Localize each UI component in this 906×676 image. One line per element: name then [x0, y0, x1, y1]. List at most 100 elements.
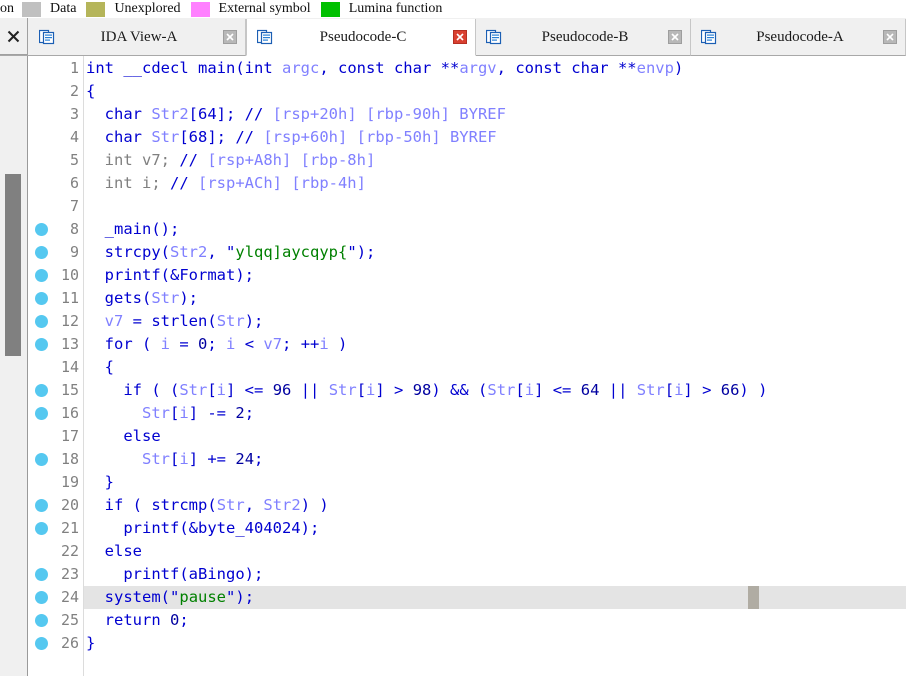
code-line[interactable]: system("pause");: [84, 586, 906, 609]
tab-label: Pseudocode-B: [541, 28, 629, 45]
code-token-fn: strcmp: [151, 496, 208, 514]
line-number: 25: [60, 611, 79, 629]
breakpoint-dot[interactable]: [35, 591, 48, 604]
code-token-k: (: [160, 243, 171, 261]
code-line[interactable]: int __cdecl main(int argc, const char **…: [84, 57, 906, 80]
code-token-k: else: [104, 542, 142, 560]
code-line[interactable]: gets(Str);: [84, 287, 906, 310]
breakpoint-dot[interactable]: [35, 269, 48, 282]
breakpoint-dot[interactable]: [35, 453, 48, 466]
code-text-area[interactable]: int __cdecl main(int argc, const char **…: [84, 56, 906, 676]
document-icon: [700, 29, 717, 45]
vertical-scrollbar-track[interactable]: [5, 56, 21, 676]
breakpoint-dot[interactable]: [35, 522, 48, 535]
code-token-var: Str: [216, 496, 245, 514]
breakpoint-dot[interactable]: [35, 292, 48, 305]
tab-close-button[interactable]: [453, 30, 467, 44]
code-token-pln: [86, 289, 105, 307]
code-line[interactable]: Str[i] -= 2;: [84, 402, 906, 425]
code-line[interactable]: strcpy(Str2, "ylqq]aycqyp{");: [84, 241, 906, 264]
line-number: 19: [60, 473, 79, 491]
tab-close-button[interactable]: [883, 30, 897, 44]
code-line[interactable]: int i; // [rsp+ACh] [rbp-4h]: [84, 172, 906, 195]
code-line[interactable]: int v7; // [rsp+A8h] [rbp-8h]: [84, 149, 906, 172]
breakpoint-dot[interactable]: [35, 223, 48, 236]
code-line-text: system("pause");: [84, 588, 254, 606]
code-token-typ: char: [104, 128, 152, 146]
breakpoint-dot[interactable]: [35, 338, 48, 351]
legend-label-data: Data: [50, 1, 77, 16]
code-line[interactable]: Str[i] += 24;: [84, 448, 906, 471]
code-token-k: ) && (: [431, 381, 488, 399]
tab-close-button[interactable]: [223, 30, 237, 44]
code-token-k: ;: [254, 450, 264, 468]
code-token-pln: [86, 105, 105, 123]
breakpoint-dot[interactable]: [35, 407, 48, 420]
code-token-k: if (: [104, 496, 152, 514]
line-number: 11: [60, 289, 79, 307]
code-token-k: =: [170, 335, 199, 353]
code-token-pln: [86, 381, 123, 399]
code-line[interactable]: _main();: [84, 218, 906, 241]
code-line[interactable]: }: [84, 632, 906, 655]
code-line[interactable]: for ( i = 0; i < v7; ++i ): [84, 333, 906, 356]
code-token-k: ,: [207, 243, 227, 261]
panel-close-button[interactable]: [0, 18, 28, 55]
document-icon: [38, 29, 55, 45]
breakpoint-dot[interactable]: [35, 637, 48, 650]
code-line[interactable]: {: [84, 80, 906, 103]
code-token-k: [64];: [188, 105, 245, 123]
code-line[interactable]: return 0;: [84, 609, 906, 632]
breakpoint-dot[interactable]: [35, 315, 48, 328]
code-line[interactable]: char Str2[64]; // [rsp+20h] [rbp-90h] BY…: [84, 103, 906, 126]
tab-close-button[interactable]: [668, 30, 682, 44]
tab-pseudocode-a[interactable]: Pseudocode-A: [691, 19, 906, 56]
code-token-typ: const char: [515, 59, 618, 77]
code-token-fn: strlen: [151, 312, 208, 330]
line-number-column: 1 2 3 4 5 6 7 8 9 10 11 12 13 14 15 16 17 18 19 20 21 22 23 24 2…: [54, 56, 84, 676]
code-token-k: [: [515, 381, 525, 399]
code-line[interactable]: else: [84, 540, 906, 563]
code-token-k: for (: [104, 335, 161, 353]
breakpoint-dot[interactable]: [35, 246, 48, 259]
tab-pseudocode-b[interactable]: Pseudocode-B: [476, 19, 691, 56]
code-token-k: Format: [179, 266, 236, 284]
code-token-k: ,: [319, 59, 338, 77]
tab-ida-view-a[interactable]: IDA View-A: [29, 19, 246, 56]
code-token-k: );: [356, 243, 376, 261]
code-token-var: v7: [263, 335, 283, 353]
code-token-pln: [86, 519, 123, 537]
line-number: 8: [69, 220, 79, 238]
code-line[interactable]: [84, 195, 906, 218]
code-token-cms: //: [244, 105, 273, 123]
breakpoint-dot[interactable]: [35, 384, 48, 397]
code-token-pln: [86, 128, 105, 146]
code-line[interactable]: printf(&byte_404024);: [84, 517, 906, 540]
code-line[interactable]: printf(&Format);: [84, 264, 906, 287]
code-token-var: envp: [636, 59, 674, 77]
code-line[interactable]: }: [84, 471, 906, 494]
code-line[interactable]: v7 = strlen(Str);: [84, 310, 906, 333]
line-number: 17: [60, 427, 79, 445]
code-token-pln: [86, 151, 105, 169]
breakpoint-dot[interactable]: [35, 568, 48, 581]
code-line[interactable]: else: [84, 425, 906, 448]
document-icon: [38, 29, 55, 45]
tab-close-icon: [668, 30, 682, 44]
code-token-k: ||: [291, 381, 329, 399]
vertical-scrollbar-thumb[interactable]: [5, 174, 21, 356]
breakpoint-dot[interactable]: [35, 499, 48, 512]
breakpoint-dot[interactable]: [35, 614, 48, 627]
code-token-var: argv: [459, 59, 497, 77]
code-token-var: Str: [142, 404, 170, 422]
code-line[interactable]: char Str[68]; // [rsp+60h] [rbp-50h] BYR…: [84, 126, 906, 149]
code-line[interactable]: if ( (Str[i] <= 96 || Str[i] > 98) && (S…: [84, 379, 906, 402]
code-token-k: ;: [244, 404, 255, 422]
code-line[interactable]: if ( strcmp(Str, Str2) ): [84, 494, 906, 517]
code-line[interactable]: printf(aBingo);: [84, 563, 906, 586]
tab-pseudocode-c[interactable]: Pseudocode-C: [246, 19, 476, 56]
code-token-k: [68];: [179, 128, 236, 146]
code-line[interactable]: {: [84, 356, 906, 379]
code-token-k: ] <=: [226, 381, 273, 399]
code-line-text: for ( i = 0; i < v7; ++i ): [84, 335, 348, 353]
